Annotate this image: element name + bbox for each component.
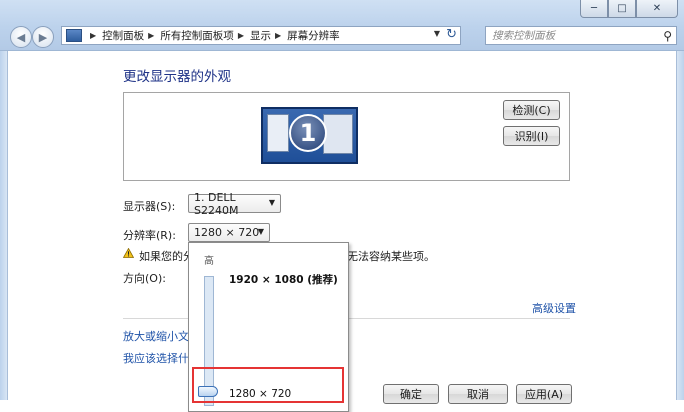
identify-button[interactable]: 识别(I) <box>503 126 560 146</box>
breadcrumb-display[interactable]: 显示 <box>250 28 271 43</box>
ok-button[interactable]: 确定 <box>383 384 439 404</box>
breadcrumb-separator-icon[interactable]: ▶ <box>238 31 244 40</box>
breadcrumb-separator-icon[interactable]: ▶ <box>148 31 154 40</box>
monitor-thumbnail[interactable]: 1 <box>261 107 358 164</box>
back-button[interactable]: ◀ <box>10 26 32 48</box>
slider-high-label: 高 <box>204 256 214 267</box>
window-right-border <box>676 51 684 400</box>
breadcrumb-separator-icon[interactable]: ▶ <box>275 31 281 40</box>
window-thumbnail <box>323 114 353 154</box>
minimize-button[interactable]: ─ <box>580 0 608 18</box>
resolution-label: 分辨率(R): <box>123 229 176 242</box>
address-bar[interactable]: ▶ 控制面板 ▶ 所有控制面板项 ▶ 显示 ▶ 屏幕分辨率 ▼ ↻ <box>61 26 461 45</box>
forward-button[interactable]: ▶ <box>32 26 54 48</box>
breadcrumb-separator-icon[interactable]: ▶ <box>90 31 96 40</box>
window-thumbnail <box>267 114 289 152</box>
breadcrumb: ▶ 控制面板 ▶ 所有控制面板项 ▶ 显示 ▶ 屏幕分辨率 <box>86 28 340 43</box>
chevron-down-icon: ▼ <box>257 227 264 236</box>
breadcrumb-control-panel[interactable]: 控制面板 <box>102 28 144 43</box>
window-left-border <box>0 51 8 400</box>
monitor-number-badge: 1 <box>289 114 327 152</box>
page-title: 更改显示器的外观 <box>123 69 231 85</box>
cancel-button[interactable]: 取消 <box>448 384 508 404</box>
display-select-value: 1. DELL S2240M <box>194 190 239 217</box>
resolution-select[interactable]: 1280 × 720 ▼ <box>188 223 270 242</box>
advanced-settings-link[interactable]: 高级设置 <box>532 300 576 316</box>
window-controls: ─ □ ✕ <box>580 0 678 18</box>
display-select[interactable]: 1. DELL S2240M ▼ <box>188 191 281 217</box>
warning-text-right: 无法容纳某些项。 <box>347 250 435 263</box>
chevron-down-icon: ▼ <box>268 198 275 207</box>
address-dropdown-icon[interactable]: ▼ <box>434 29 440 38</box>
resolution-select-value: 1280 × 720 <box>194 226 260 239</box>
search-icon[interactable]: ⚲ <box>663 29 672 43</box>
forward-arrow-icon: ▶ <box>38 30 48 44</box>
warning-text-left: 如果您的分 <box>139 250 194 263</box>
back-arrow-icon: ◀ <box>16 30 26 44</box>
breadcrumb-screen-resolution[interactable]: 屏幕分辨率 <box>287 28 340 43</box>
warning-icon <box>123 248 134 258</box>
search-box[interactable]: 搜索控制面板 ⚲ <box>485 26 677 45</box>
apply-button[interactable]: 应用(A) <box>516 384 572 404</box>
refresh-icon[interactable]: ↻ <box>446 27 457 42</box>
orientation-label: 方向(O): <box>123 272 166 285</box>
display-label: 显示器(S): <box>123 200 176 213</box>
resolution-option-1920x1080[interactable]: 1920 × 1080 (推荐) <box>229 272 338 287</box>
breadcrumb-all-items[interactable]: 所有控制面板项 <box>160 28 234 43</box>
search-input[interactable]: 搜索控制面板 <box>492 28 555 43</box>
close-button[interactable]: ✕ <box>636 0 678 18</box>
selected-option-highlight <box>192 367 344 403</box>
control-panel-icon <box>66 29 82 42</box>
window-title-bar: ─ □ ✕ ◀ ▶ ▶ 控制面板 ▶ 所有控制面板项 ▶ 显示 ▶ 屏幕分辨率 … <box>0 0 684 51</box>
maximize-button[interactable]: □ <box>608 0 636 18</box>
detect-button[interactable]: 检测(C) <box>503 100 560 120</box>
